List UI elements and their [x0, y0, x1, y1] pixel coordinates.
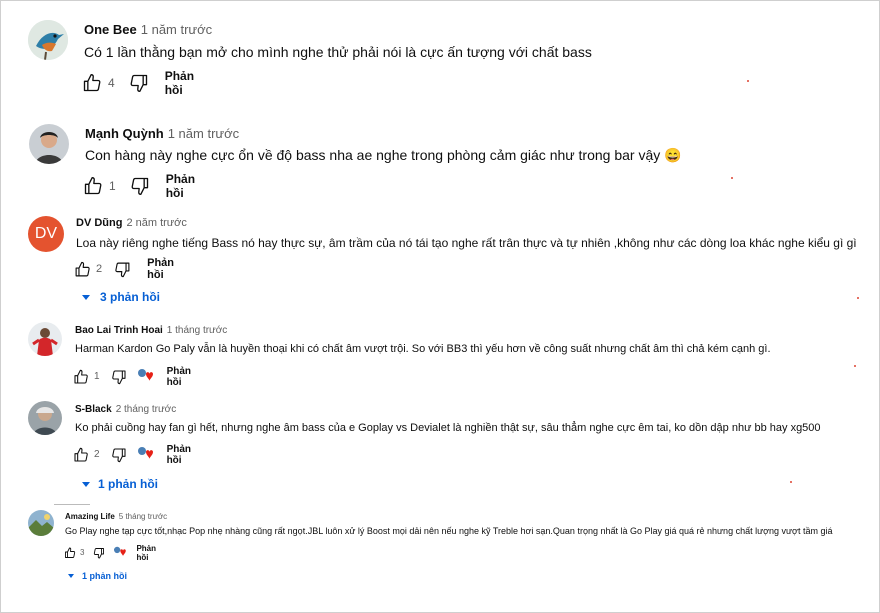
creator-heart-icon: [113, 546, 127, 559]
thumbs-down-icon[interactable]: [130, 176, 150, 196]
thumbs-up-icon[interactable]: [82, 73, 102, 93]
avatar[interactable]: [28, 322, 62, 356]
replies-count-label[interactable]: 1 phản hồi: [82, 571, 127, 581]
noise-dot: [747, 80, 749, 82]
landscape-photo-avatar-icon: [28, 510, 54, 536]
reply-button[interactable]: Phản hồi: [147, 257, 174, 281]
noise-dot: [731, 177, 733, 179]
noise-dot: [857, 297, 859, 299]
divider: [54, 504, 90, 505]
author-name[interactable]: S-Black: [75, 404, 112, 415]
comment-actions: 2 Phản hồi: [73, 444, 191, 466]
reply-button[interactable]: Phản hồi: [167, 366, 191, 388]
comment-text: Có 1 lần thằng bạn mở cho mình nghe thử …: [84, 44, 592, 60]
comment-text: Harman Kardon Go Paly vẫn là huyền thoại…: [75, 343, 771, 355]
kingfisher-bird-avatar-icon: [28, 20, 68, 60]
thumbs-up-icon[interactable]: [74, 261, 91, 278]
thumbs-down-icon[interactable]: [93, 547, 105, 559]
author-name[interactable]: One Bee: [84, 22, 137, 37]
reply-button[interactable]: Phản hồi: [167, 444, 191, 466]
replies-count-label[interactable]: 3 phản hồi: [100, 290, 160, 304]
person-photo-avatar-icon: [28, 401, 62, 435]
noise-dot: [854, 365, 856, 367]
thumbs-up-icon[interactable]: [73, 447, 89, 463]
thumbs-up-icon[interactable]: [64, 547, 76, 559]
chevron-down-icon: [82, 481, 90, 487]
avatar-initials: DV: [34, 225, 58, 242]
like-count: 4: [108, 76, 115, 90]
thumbs-down-icon[interactable]: [111, 369, 127, 385]
chevron-down-icon: [68, 574, 74, 578]
comment-author[interactable]: DV Dũng 2 năm trước: [76, 217, 187, 229]
avatar[interactable]: [28, 401, 62, 435]
like-count: 2: [94, 449, 100, 460]
comment-timestamp[interactable]: 1 tháng trước: [167, 325, 228, 336]
thumbs-up-icon[interactable]: [73, 369, 89, 385]
thumbs-down-icon[interactable]: [111, 447, 127, 463]
comment-timestamp[interactable]: 2 tháng trước: [116, 404, 177, 415]
comment-text: Loa này riêng nghe tiếng Bass nó hay thự…: [76, 236, 857, 250]
comment-timestamp[interactable]: 2 năm trước: [126, 217, 186, 229]
author-name[interactable]: Amazing Life: [65, 512, 115, 521]
avatar[interactable]: DV: [28, 216, 64, 252]
like-count: 2: [96, 263, 103, 275]
comment-author[interactable]: S-Black 2 tháng trước: [75, 404, 176, 415]
person-photo-avatar-icon: [29, 124, 69, 164]
reply-button[interactable]: Phản hồi: [165, 69, 194, 97]
avatar[interactable]: [28, 20, 68, 60]
avatar[interactable]: [28, 510, 54, 536]
like-count: 1: [109, 179, 116, 193]
comment-author[interactable]: Amazing Life 5 tháng trước: [65, 512, 167, 521]
comment-author[interactable]: One Bee 1 năm trước: [84, 22, 212, 37]
reply-button[interactable]: Phản hồi: [166, 172, 195, 200]
comment-actions: 3 Phản hồi: [64, 544, 156, 562]
like-count: 3: [80, 548, 85, 557]
comment-text: Go Play nghe tạp cực tốt,nhạc Pop nhẹ nh…: [65, 526, 833, 536]
comment-timestamp[interactable]: 5 tháng trước: [119, 512, 167, 521]
comment-text: Ko phải cuồng hay fan gì hết, nhưng nghe…: [75, 422, 821, 434]
creator-heart-icon: [137, 446, 153, 463]
thumbs-down-icon[interactable]: [129, 73, 149, 93]
show-replies-button[interactable]: 3 phản hồi: [82, 290, 160, 304]
comment-actions: 1 Phản hồi: [73, 366, 191, 388]
comment-text: Con hàng này nghe cực ổn về độ bass nha …: [85, 147, 682, 163]
creator-heart-icon: [137, 368, 153, 385]
show-replies-button[interactable]: 1 phản hồi: [82, 477, 158, 491]
author-name[interactable]: Mạnh Quỳnh: [85, 126, 164, 141]
comment-author[interactable]: Bao Lai Trinh Hoai 1 tháng trước: [75, 325, 227, 336]
thumbs-up-icon[interactable]: [83, 176, 103, 196]
author-name[interactable]: Bao Lai Trinh Hoai: [75, 325, 163, 336]
comment-actions: 2 Phản hồi: [74, 257, 174, 281]
thumbs-down-icon[interactable]: [114, 261, 131, 278]
person-red-shirt-avatar-icon: [28, 322, 62, 356]
replies-count-label[interactable]: 1 phản hồi: [98, 477, 158, 491]
comment-actions: 4 Phản hồi: [82, 69, 194, 97]
comment-timestamp[interactable]: 1 năm trước: [141, 22, 212, 37]
comment-author[interactable]: Mạnh Quỳnh 1 năm trước: [85, 126, 239, 141]
author-name[interactable]: DV Dũng: [76, 217, 122, 229]
show-replies-button[interactable]: 1 phản hồi: [68, 571, 127, 581]
comment-actions: 1 Phản hồi: [83, 172, 195, 200]
chevron-down-icon: [82, 294, 90, 300]
like-count: 1: [94, 371, 100, 382]
noise-dot: [790, 481, 792, 483]
comment-timestamp[interactable]: 1 năm trước: [168, 126, 239, 141]
reply-button[interactable]: Phản hồi: [136, 544, 156, 562]
avatar[interactable]: [29, 124, 69, 164]
